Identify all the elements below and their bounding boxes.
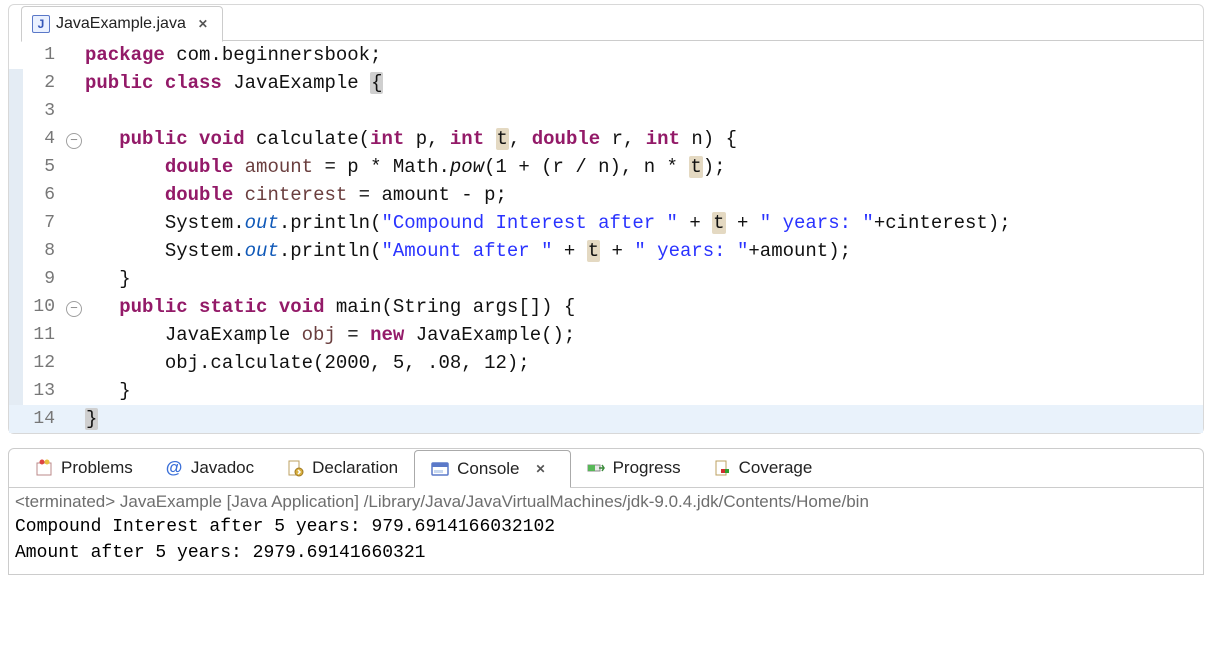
editor-margin [9,41,23,69]
code-line[interactable]: 11 JavaExample obj = new JavaExample(); [9,321,1203,349]
tab-progress[interactable]: Progress [571,449,697,487]
editor-margin [9,265,23,293]
java-file-icon: J [32,15,50,33]
bottom-tab-bar: Problems @ Javadoc Declaration Console ✕… [8,448,1204,488]
editor-margin [9,153,23,181]
fold-gutter [63,349,85,377]
tab-console[interactable]: Console ✕ [414,450,570,488]
line-number: 9 [23,265,63,293]
code-text[interactable]: package com.beginnersbook; [85,41,1203,69]
fold-gutter [63,181,85,209]
code-line[interactable]: 8 System.out.println("Amount after " + t… [9,237,1203,265]
console-output-line: Compound Interest after 5 years: 979.691… [15,514,1197,540]
bottom-panel: Problems @ Javadoc Declaration Console ✕… [8,448,1204,575]
line-number: 3 [23,97,63,125]
fold-gutter [63,69,85,97]
editor-margin [9,321,23,349]
code-text[interactable]: } [85,405,1203,433]
coverage-icon [713,459,731,477]
fold-gutter [63,209,85,237]
editor-margin [9,69,23,97]
line-number: 6 [23,181,63,209]
code-line[interactable]: 13 } [9,377,1203,405]
code-text[interactable]: } [85,377,1203,405]
progress-icon [587,459,605,477]
editor-tab-javaexample[interactable]: J JavaExample.java ✕ [21,6,223,42]
code-text[interactable]: public static void main(String args[]) { [85,293,1203,321]
editor-margin [9,349,23,377]
fold-gutter[interactable]: − [63,293,85,321]
tab-declaration[interactable]: Declaration [270,449,414,487]
fold-gutter [63,237,85,265]
tab-problems[interactable]: Problems [19,449,149,487]
code-text[interactable]: double amount = p * Math.pow(1 + (r / n)… [85,153,1203,181]
tab-coverage[interactable]: Coverage [697,449,829,487]
code-text[interactable] [85,97,1203,125]
code-text[interactable]: public void calculate(int p, int t, doub… [85,125,1203,153]
javadoc-icon: @ [165,459,183,477]
declaration-icon [286,459,304,477]
code-text[interactable]: System.out.println("Compound Interest af… [85,209,1203,237]
editor-tab-bar: J JavaExample.java ✕ [9,5,1203,41]
code-text[interactable]: public class JavaExample { [85,69,1203,97]
editor-margin [9,237,23,265]
line-number: 10 [23,293,63,321]
code-text[interactable]: System.out.println("Amount after " + t +… [85,237,1203,265]
line-number: 13 [23,377,63,405]
line-number: 8 [23,237,63,265]
line-number: 5 [23,153,63,181]
close-icon[interactable]: ✕ [536,462,546,476]
fold-gutter [63,41,85,69]
code-text[interactable]: double cinterest = amount - p; [85,181,1203,209]
line-number: 7 [23,209,63,237]
fold-gutter [63,153,85,181]
fold-gutter [63,265,85,293]
line-number: 11 [23,321,63,349]
fold-collapse-icon[interactable]: − [66,133,82,149]
code-line[interactable]: 3 [9,97,1203,125]
close-icon[interactable]: ✕ [198,17,208,31]
editor-margin [9,125,23,153]
problems-icon [35,459,53,477]
editor-panel: J JavaExample.java ✕ 1 package com.beginn… [8,4,1204,434]
editor-margin [9,181,23,209]
code-line[interactable]: 6 double cinterest = amount - p; [9,181,1203,209]
console-status: <terminated> JavaExample [Java Applicati… [15,492,1197,512]
code-line[interactable]: 2 public class JavaExample { [9,69,1203,97]
code-line[interactable]: 7 System.out.println("Compound Interest … [9,209,1203,237]
line-number: 1 [23,41,63,69]
editor-margin [9,405,23,433]
line-number: 4 [23,125,63,153]
fold-gutter [63,321,85,349]
editor-tab-label: JavaExample.java [56,15,186,33]
editor-margin [9,209,23,237]
fold-collapse-icon[interactable]: − [66,301,82,317]
fold-gutter [63,97,85,125]
code-line[interactable]: 4− public void calculate(int p, int t, d… [9,125,1203,153]
fold-gutter [63,405,85,433]
fold-gutter[interactable]: − [63,125,85,153]
fold-gutter [63,377,85,405]
code-line[interactable]: 12 obj.calculate(2000, 5, .08, 12); [9,349,1203,377]
code-line[interactable]: 9 } [9,265,1203,293]
code-text[interactable]: } [85,265,1203,293]
code-line[interactable]: 10− public static void main(String args[… [9,293,1203,321]
editor-margin [9,377,23,405]
console-body: <terminated> JavaExample [Java Applicati… [8,488,1204,575]
line-number: 14 [23,405,63,433]
line-number: 2 [23,69,63,97]
tab-javadoc[interactable]: @ Javadoc [149,449,270,487]
console-output-line: Amount after 5 years: 2979.69141660321 [15,540,1197,566]
code-text[interactable]: obj.calculate(2000, 5, .08, 12); [85,349,1203,377]
editor-margin [9,293,23,321]
console-icon [431,460,449,478]
code-line[interactable]: 5 double amount = p * Math.pow(1 + (r / … [9,153,1203,181]
code-line[interactable]: 1 package com.beginnersbook; [9,41,1203,69]
code-editor[interactable]: 1 package com.beginnersbook; 2 public class… [9,41,1203,433]
code-text[interactable]: JavaExample obj = new JavaExample(); [85,321,1203,349]
editor-margin [9,97,23,125]
code-line[interactable]: 14} [9,405,1203,433]
line-number: 12 [23,349,63,377]
